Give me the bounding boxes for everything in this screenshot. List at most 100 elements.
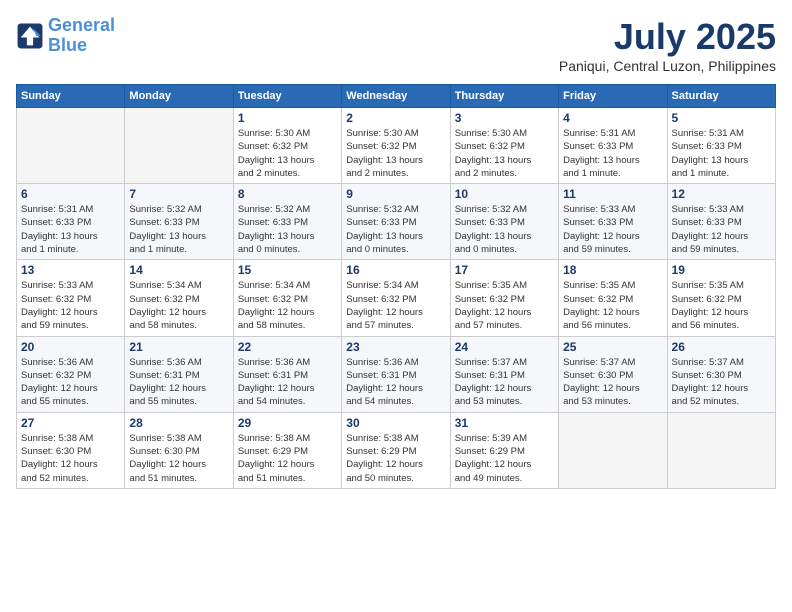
calendar-cell: 29 Sunrise: 5:38 AM Sunset: 6:29 PM Dayli… xyxy=(233,412,341,488)
day-info: Sunrise: 5:33 AM Sunset: 6:32 PM Dayligh… xyxy=(21,279,120,332)
day-info: Sunrise: 5:38 AM Sunset: 6:30 PM Dayligh… xyxy=(21,432,120,485)
page-header: General Blue July 2025 Paniqui, Central … xyxy=(16,16,776,74)
day-number: 23 xyxy=(346,340,445,354)
day-number: 30 xyxy=(346,416,445,430)
calendar-cell: 19 Sunrise: 5:35 AM Sunset: 6:32 PM Dayli… xyxy=(667,260,775,336)
calendar-cell: 18 Sunrise: 5:35 AM Sunset: 6:32 PM Dayli… xyxy=(559,260,667,336)
day-number: 14 xyxy=(129,263,228,277)
day-info: Sunrise: 5:31 AM Sunset: 6:33 PM Dayligh… xyxy=(672,127,771,180)
day-number: 24 xyxy=(455,340,554,354)
weekday-header-wednesday: Wednesday xyxy=(342,85,450,108)
day-number: 19 xyxy=(672,263,771,277)
day-number: 22 xyxy=(238,340,337,354)
calendar-cell xyxy=(559,412,667,488)
day-number: 25 xyxy=(563,340,662,354)
calendar-week-4: 20 Sunrise: 5:36 AM Sunset: 6:32 PM Dayli… xyxy=(17,336,776,412)
day-number: 2 xyxy=(346,111,445,125)
day-number: 17 xyxy=(455,263,554,277)
day-number: 20 xyxy=(21,340,120,354)
day-info: Sunrise: 5:34 AM Sunset: 6:32 PM Dayligh… xyxy=(129,279,228,332)
day-number: 11 xyxy=(563,187,662,201)
day-number: 28 xyxy=(129,416,228,430)
day-number: 18 xyxy=(563,263,662,277)
day-info: Sunrise: 5:35 AM Sunset: 6:32 PM Dayligh… xyxy=(672,279,771,332)
day-info: Sunrise: 5:33 AM Sunset: 6:33 PM Dayligh… xyxy=(563,203,662,256)
calendar-cell: 21Sunrise: 5:36 AM Sunset: 6:31 PM Dayli… xyxy=(125,336,233,412)
calendar-cell: 11 Sunrise: 5:33 AM Sunset: 6:33 PM Dayli… xyxy=(559,184,667,260)
calendar-body: 1Sunrise: 5:30 AM Sunset: 6:32 PM Daylig… xyxy=(17,108,776,489)
calendar-cell: 10 Sunrise: 5:32 AM Sunset: 6:33 PM Dayli… xyxy=(450,184,558,260)
weekday-header-tuesday: Tuesday xyxy=(233,85,341,108)
weekday-header-monday: Monday xyxy=(125,85,233,108)
calendar-cell: 15 Sunrise: 5:34 AM Sunset: 6:32 PM Dayli… xyxy=(233,260,341,336)
day-number: 4 xyxy=(563,111,662,125)
day-number: 7 xyxy=(129,187,228,201)
day-info: Sunrise: 5:35 AM Sunset: 6:32 PM Dayligh… xyxy=(455,279,554,332)
calendar-cell xyxy=(17,108,125,184)
day-number: 3 xyxy=(455,111,554,125)
logo-line1: General xyxy=(48,15,115,35)
day-number: 13 xyxy=(21,263,120,277)
day-info: Sunrise: 5:32 AM Sunset: 6:33 PM Dayligh… xyxy=(129,203,228,256)
calendar-cell: 22Sunrise: 5:36 AM Sunset: 6:31 PM Dayli… xyxy=(233,336,341,412)
day-info: Sunrise: 5:38 AM Sunset: 6:30 PM Dayligh… xyxy=(129,432,228,485)
calendar-cell: 26Sunrise: 5:37 AM Sunset: 6:30 PM Dayli… xyxy=(667,336,775,412)
day-info: Sunrise: 5:31 AM Sunset: 6:33 PM Dayligh… xyxy=(563,127,662,180)
calendar-cell: 14 Sunrise: 5:34 AM Sunset: 6:32 PM Dayli… xyxy=(125,260,233,336)
calendar-cell: 28 Sunrise: 5:38 AM Sunset: 6:30 PM Dayli… xyxy=(125,412,233,488)
calendar-cell: 9Sunrise: 5:32 AM Sunset: 6:33 PM Daylig… xyxy=(342,184,450,260)
day-number: 26 xyxy=(672,340,771,354)
location-title: Paniqui, Central Luzon, Philippines xyxy=(559,58,776,74)
day-info: Sunrise: 5:34 AM Sunset: 6:32 PM Dayligh… xyxy=(346,279,445,332)
calendar-cell: 20 Sunrise: 5:36 AM Sunset: 6:32 PM Dayli… xyxy=(17,336,125,412)
day-number: 29 xyxy=(238,416,337,430)
calendar-header: SundayMondayTuesdayWednesdayThursdayFrid… xyxy=(17,85,776,108)
day-info: Sunrise: 5:31 AM Sunset: 6:33 PM Dayligh… xyxy=(21,203,120,256)
day-number: 16 xyxy=(346,263,445,277)
calendar-cell: 24Sunrise: 5:37 AM Sunset: 6:31 PM Dayli… xyxy=(450,336,558,412)
calendar-week-3: 13 Sunrise: 5:33 AM Sunset: 6:32 PM Dayli… xyxy=(17,260,776,336)
day-info: Sunrise: 5:38 AM Sunset: 6:29 PM Dayligh… xyxy=(238,432,337,485)
weekday-header-sunday: Sunday xyxy=(17,85,125,108)
day-number: 12 xyxy=(672,187,771,201)
day-info: Sunrise: 5:30 AM Sunset: 6:32 PM Dayligh… xyxy=(238,127,337,180)
day-number: 6 xyxy=(21,187,120,201)
day-number: 10 xyxy=(455,187,554,201)
day-info: Sunrise: 5:32 AM Sunset: 6:33 PM Dayligh… xyxy=(455,203,554,256)
day-number: 5 xyxy=(672,111,771,125)
day-info: Sunrise: 5:35 AM Sunset: 6:32 PM Dayligh… xyxy=(563,279,662,332)
calendar-cell: 7 Sunrise: 5:32 AM Sunset: 6:33 PM Daylig… xyxy=(125,184,233,260)
calendar-week-1: 1Sunrise: 5:30 AM Sunset: 6:32 PM Daylig… xyxy=(17,108,776,184)
day-info: Sunrise: 5:30 AM Sunset: 6:32 PM Dayligh… xyxy=(346,127,445,180)
day-info: Sunrise: 5:34 AM Sunset: 6:32 PM Dayligh… xyxy=(238,279,337,332)
calendar-cell xyxy=(125,108,233,184)
calendar-cell: 30 Sunrise: 5:38 AM Sunset: 6:29 PM Dayli… xyxy=(342,412,450,488)
logo-text: General Blue xyxy=(48,16,115,56)
weekday-header-thursday: Thursday xyxy=(450,85,558,108)
calendar-cell: 12 Sunrise: 5:33 AM Sunset: 6:33 PM Dayli… xyxy=(667,184,775,260)
weekday-header-saturday: Saturday xyxy=(667,85,775,108)
day-info: Sunrise: 5:36 AM Sunset: 6:32 PM Dayligh… xyxy=(21,356,120,409)
calendar-cell: 23 Sunrise: 5:36 AM Sunset: 6:31 PM Dayli… xyxy=(342,336,450,412)
calendar-cell: 3Sunrise: 5:30 AM Sunset: 6:32 PM Daylig… xyxy=(450,108,558,184)
month-title: July 2025 xyxy=(559,16,776,58)
calendar-week-2: 6 Sunrise: 5:31 AM Sunset: 6:33 PM Daylig… xyxy=(17,184,776,260)
calendar-cell: 27Sunrise: 5:38 AM Sunset: 6:30 PM Dayli… xyxy=(17,412,125,488)
day-number: 15 xyxy=(238,263,337,277)
calendar-cell xyxy=(667,412,775,488)
day-number: 9 xyxy=(346,187,445,201)
calendar-cell: 13 Sunrise: 5:33 AM Sunset: 6:32 PM Dayli… xyxy=(17,260,125,336)
calendar-cell: 8Sunrise: 5:32 AM Sunset: 6:33 PM Daylig… xyxy=(233,184,341,260)
day-info: Sunrise: 5:38 AM Sunset: 6:29 PM Dayligh… xyxy=(346,432,445,485)
day-info: Sunrise: 5:39 AM Sunset: 6:29 PM Dayligh… xyxy=(455,432,554,485)
day-info: Sunrise: 5:36 AM Sunset: 6:31 PM Dayligh… xyxy=(346,356,445,409)
weekday-header-friday: Friday xyxy=(559,85,667,108)
calendar-cell: 17 Sunrise: 5:35 AM Sunset: 6:32 PM Dayli… xyxy=(450,260,558,336)
day-info: Sunrise: 5:32 AM Sunset: 6:33 PM Dayligh… xyxy=(238,203,337,256)
calendar-cell: 25Sunrise: 5:37 AM Sunset: 6:30 PM Dayli… xyxy=(559,336,667,412)
title-block: July 2025 Paniqui, Central Luzon, Philip… xyxy=(559,16,776,74)
calendar-cell: 6 Sunrise: 5:31 AM Sunset: 6:33 PM Daylig… xyxy=(17,184,125,260)
calendar-cell: 4 Sunrise: 5:31 AM Sunset: 6:33 PM Daylig… xyxy=(559,108,667,184)
day-info: Sunrise: 5:36 AM Sunset: 6:31 PM Dayligh… xyxy=(129,356,228,409)
day-info: Sunrise: 5:33 AM Sunset: 6:33 PM Dayligh… xyxy=(672,203,771,256)
